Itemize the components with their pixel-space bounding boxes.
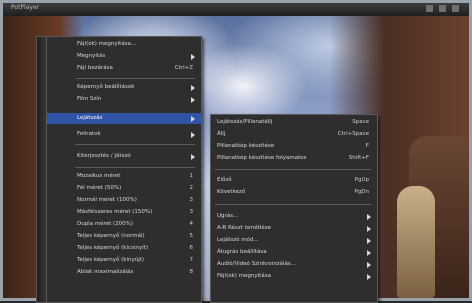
submenu-item-snapshot[interactable]: Pillanatkép készítése F xyxy=(211,141,377,152)
menu-separator xyxy=(75,78,195,79)
submenu-arrow-icon xyxy=(367,214,371,220)
menu-separator xyxy=(215,169,371,170)
submenu-item-ab-repeat[interactable]: A-B Részt ismétlése xyxy=(211,223,377,234)
menu-item-extension[interactable]: Kiterjesztés / Játszó xyxy=(47,151,201,162)
submenu-item-snapshot-continuous[interactable]: Pillanatkép készítése folyamatos Shift+F xyxy=(211,153,377,164)
submenu-arrow-icon xyxy=(367,262,371,268)
playback-submenu: Lejátszás/Pillanatállj Space Állj Ctrl+Spa… xyxy=(210,114,378,303)
submenu-arrow-icon xyxy=(191,54,195,60)
window-controls xyxy=(426,5,459,12)
submenu-arrow-icon xyxy=(191,116,195,122)
menu-item-subtitles[interactable]: Feliratok xyxy=(47,129,201,140)
minimize-icon[interactable] xyxy=(426,5,433,12)
submenu-arrow-icon xyxy=(191,154,195,160)
submenu-item-previous[interactable]: Előző PgUp xyxy=(211,175,377,186)
menu-item-film-color[interactable]: Film Szín xyxy=(47,94,201,105)
menu-item-size-normal[interactable]: Normál méret (100%) 3 xyxy=(47,195,201,206)
submenu-arrow-icon xyxy=(367,274,371,280)
menu-item-maximize-window[interactable]: Ablak maximalizálás 8 xyxy=(47,267,201,278)
submenu-arrow-icon xyxy=(367,238,371,244)
title-bar: PotPlayer xyxy=(3,3,469,17)
context-menu: Fájl(ok) megnyitása... Megnyitás Fájl be… xyxy=(46,36,202,303)
menu-item-fullscreen-normal[interactable]: Teljes képernyő (normál) 5 xyxy=(47,231,201,242)
video-figure xyxy=(397,186,435,298)
menu-separator xyxy=(75,167,195,168)
maximize-icon[interactable] xyxy=(439,5,446,12)
menu-item-open-files[interactable]: Fájl(ok) megnyitása... xyxy=(47,39,201,50)
submenu-item-play-pause[interactable]: Lejátszás/Pillanatállj Space xyxy=(211,117,377,128)
menu-item-size-150[interactable]: Másfélszeres méret (150%) 3 xyxy=(47,207,201,218)
submenu-item-next[interactable]: Következő PgDn xyxy=(211,187,377,198)
submenu-arrow-icon xyxy=(191,132,195,138)
submenu-arrow-icon xyxy=(367,226,371,232)
submenu-arrow-icon xyxy=(191,85,195,91)
submenu-arrow-icon xyxy=(191,97,195,103)
menu-item-fullscreen-stretch[interactable]: Teljes képernyő (kinyújt) 7 xyxy=(47,255,201,266)
submenu-item-jump[interactable]: Ugrás... xyxy=(211,211,377,222)
menu-item-open[interactable]: Megnyitás xyxy=(47,51,201,62)
submenu-item-av-sync[interactable]: Audió/Videó Szinkronizálás... xyxy=(211,259,377,270)
window-title: PotPlayer xyxy=(11,4,40,11)
menu-separator xyxy=(75,144,195,145)
submenu-item-stop[interactable]: Állj Ctrl+Space xyxy=(211,129,377,140)
submenu-item-skip-settings[interactable]: Átugrás beállítása xyxy=(211,247,377,258)
menu-item-fullscreen-shrink[interactable]: Teljes képernyő (kicsinyít) 6 xyxy=(47,243,201,254)
close-icon[interactable] xyxy=(452,5,459,12)
menu-item-close-file[interactable]: Fájl bezárása Ctrl+Z xyxy=(47,63,201,74)
menu-separator xyxy=(215,204,371,205)
submenu-item-open-files[interactable]: Fájl(ok) megnyitása xyxy=(211,271,377,282)
menu-item-size-half[interactable]: Fél méret (50%) 2 xyxy=(47,183,201,194)
menu-item-size-double[interactable]: Dupla méret (200%) 4 xyxy=(47,219,201,230)
menu-item-playback[interactable]: Lejátszás xyxy=(47,113,201,124)
submenu-item-play-mode[interactable]: Lejátszó mód... xyxy=(211,235,377,246)
menu-item-size-mosaic[interactable]: Mozaikus méret 1 xyxy=(47,171,201,182)
submenu-arrow-icon xyxy=(367,250,371,256)
menu-item-screen-settings[interactable]: Képernyő beállítások xyxy=(47,82,201,93)
